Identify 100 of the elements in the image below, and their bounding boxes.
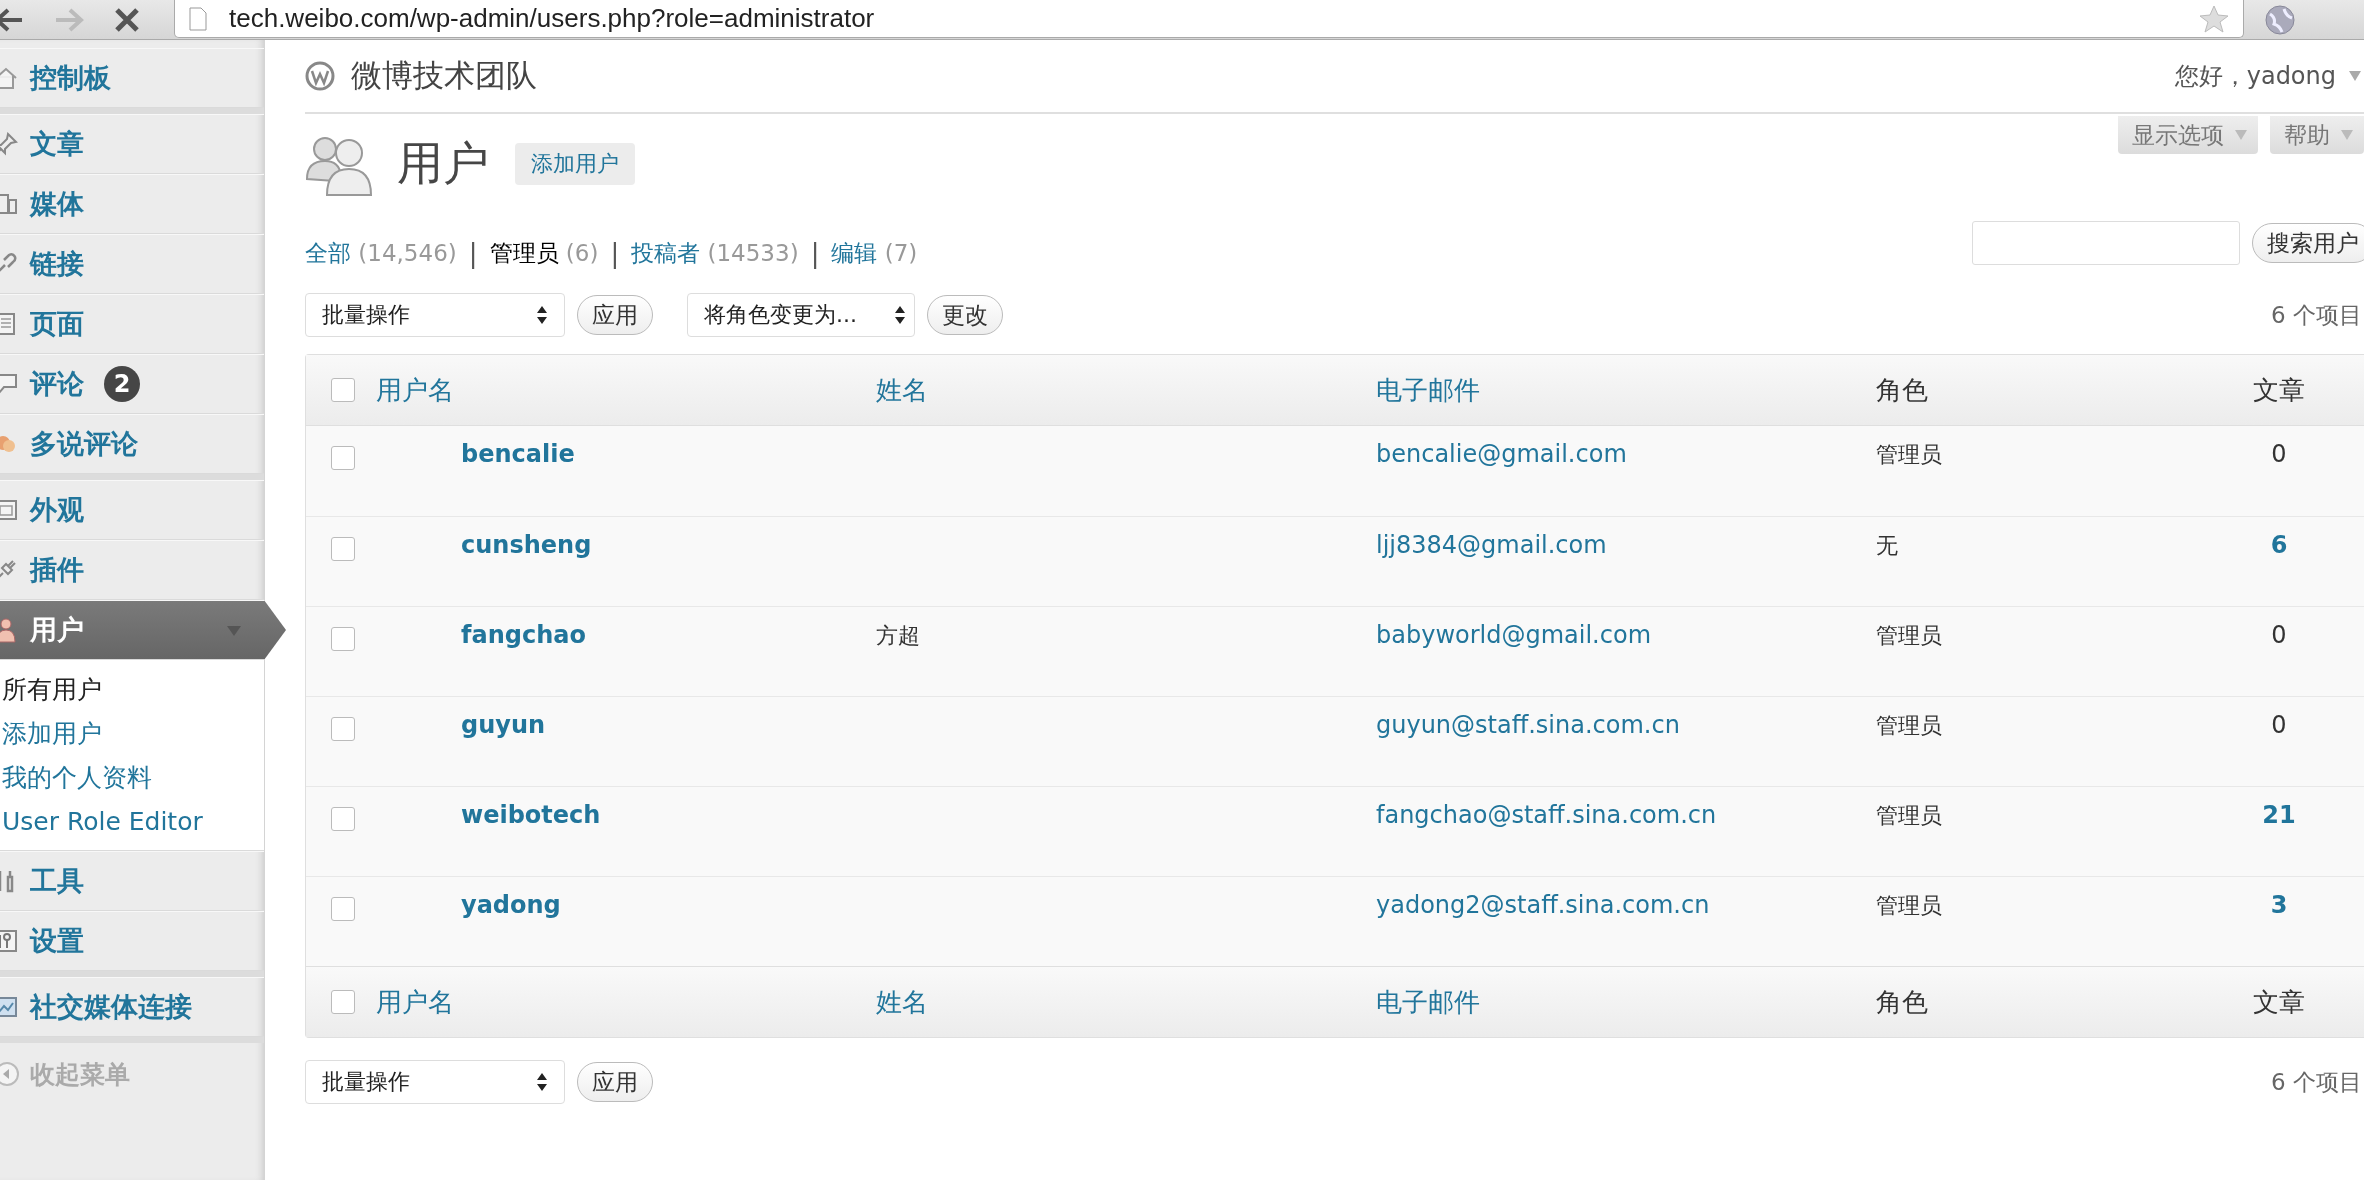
dropdown-triangle-icon	[2340, 129, 2354, 141]
screen-options-tab[interactable]: 显示选项	[2118, 116, 2258, 154]
page-icon	[189, 6, 207, 31]
table-cell-text: 管理员	[1876, 892, 1942, 920]
post-count: 0	[2271, 621, 2287, 649]
filter-link[interactable]: 编辑 (7)	[831, 237, 918, 269]
username-link[interactable]: yadong	[461, 891, 561, 919]
separator: |	[468, 238, 478, 268]
column-header[interactable]: 用户名	[376, 984, 454, 1020]
row-checkbox[interactable]	[331, 897, 355, 921]
person-icon	[0, 617, 18, 643]
username-link[interactable]: weibotech	[461, 801, 601, 829]
table-cell-text: 方超	[876, 622, 920, 650]
apply-button[interactable]: 应用	[577, 1062, 653, 1102]
email-link[interactable]: bencalie@gmail.com	[1376, 440, 1627, 468]
url-text: tech.weibo.com/wp-admin/users.php?role=administrator	[229, 3, 876, 34]
row-checkbox[interactable]	[331, 717, 355, 741]
post-count[interactable]: 6	[2270, 531, 2288, 559]
column-header[interactable]: 姓名	[876, 372, 928, 408]
username-link[interactable]: guyun	[461, 711, 546, 739]
table-cell-text: 管理员	[1876, 712, 1942, 740]
submenu-item[interactable]: 所有用户	[2, 668, 264, 712]
submenu-item[interactable]: 我的个人资料	[2, 756, 264, 800]
username-link[interactable]: cunsheng	[461, 531, 592, 559]
email-link[interactable]: ljj8384@gmail.com	[1376, 531, 1607, 559]
row-checkbox[interactable]	[331, 446, 355, 470]
help-tab[interactable]: 帮助	[2270, 116, 2364, 154]
email-link[interactable]: yadong2@staff.sina.com.cn	[1376, 891, 1710, 919]
dropdown-triangle-icon	[2348, 70, 2362, 82]
close-icon[interactable]	[114, 6, 140, 33]
change-role-dropdown[interactable]: 将角色变更为...	[687, 293, 915, 337]
bulk-actions-dropdown[interactable]: 批量操作	[305, 293, 565, 337]
column-header[interactable]: 用户名	[376, 372, 454, 408]
menu-item[interactable]: 链接	[0, 234, 264, 294]
separator: |	[810, 238, 820, 268]
menu-item[interactable]: 工具	[0, 851, 264, 911]
menu-item[interactable]: 页面	[0, 294, 264, 354]
post-count[interactable]: 21	[2262, 801, 2296, 829]
select-all-checkbox[interactable]	[331, 378, 355, 402]
address-bar[interactable]: tech.weibo.com/wp-admin/users.php?role=administrator	[174, 0, 2244, 38]
menu-item[interactable]: 文章	[0, 114, 264, 174]
column-header[interactable]: 姓名	[876, 984, 928, 1020]
dropdown-triangle-icon[interactable]	[226, 625, 242, 637]
username-link[interactable]: bencalie	[461, 440, 575, 468]
table-cell-text: 管理员	[1876, 622, 1942, 650]
separator: |	[610, 238, 620, 268]
select-all-checkbox[interactable]	[331, 990, 355, 1014]
submenu-item[interactable]: 添加用户	[2, 712, 264, 756]
filter-link[interactable]: 管理员 (6)	[489, 237, 599, 269]
username-link[interactable]: fangchao	[461, 621, 586, 649]
column-header[interactable]: 电子邮件	[1376, 984, 1480, 1020]
menu-item[interactable]: 社交媒体连接	[0, 977, 264, 1037]
table-cell-text: 无	[1876, 532, 1898, 560]
email-link[interactable]: guyun@staff.sina.com.cn	[1376, 711, 1680, 739]
menu-item[interactable]: 外观	[0, 480, 264, 540]
column-header: 角色	[1876, 985, 1928, 1019]
change-button[interactable]: 更改	[927, 295, 1003, 335]
filter-link[interactable]: 投稿者 (14533)	[631, 237, 799, 269]
menu-item[interactable]: 媒体	[0, 174, 264, 234]
row-checkbox[interactable]	[331, 807, 355, 831]
up-down-arrows-icon	[536, 304, 548, 326]
menu-item[interactable]: 多说评论	[0, 414, 264, 474]
row-checkbox[interactable]	[331, 537, 355, 561]
item-count: 6 个项目	[2271, 1067, 2363, 1097]
menu-item[interactable]: 用户	[0, 600, 286, 660]
bulk-actions-dropdown[interactable]: 批量操作	[305, 1060, 565, 1104]
add-user-button[interactable]: 添加用户	[515, 143, 635, 185]
site-title[interactable]: 微博技术团队	[351, 55, 537, 97]
email-link[interactable]: fangchao@staff.sina.com.cn	[1376, 801, 1717, 829]
column-header: 文章	[2253, 373, 2305, 407]
column-header[interactable]: 电子邮件	[1376, 372, 1480, 408]
menu-item[interactable]: 设置	[0, 911, 264, 971]
apply-button[interactable]: 应用	[577, 295, 653, 335]
comment-count-badge: 2	[104, 366, 140, 402]
menu-item[interactable]: 评论 2	[0, 354, 264, 414]
search-field[interactable]	[1972, 221, 2240, 265]
table-cell-text: 管理员	[1876, 802, 1942, 830]
globe-icon[interactable]	[2264, 3, 2296, 36]
email-link[interactable]: babyworld@gmail.com	[1376, 621, 1651, 649]
back-arrow-icon[interactable]	[0, 6, 24, 33]
user-greeting[interactable]: 您好，yadong	[2174, 60, 2364, 92]
post-count: 0	[2271, 440, 2287, 468]
column-header: 文章	[2253, 985, 2305, 1019]
forward-arrow-icon[interactable]	[54, 6, 84, 33]
star-icon[interactable]	[2199, 4, 2229, 33]
up-down-arrows-icon	[894, 304, 906, 326]
column-header: 角色	[1876, 373, 1928, 407]
post-count: 0	[2271, 711, 2287, 739]
search-users-button[interactable]: 搜索用户	[2252, 223, 2364, 263]
submenu-item[interactable]: User Role Editor	[2, 800, 264, 844]
picture-frame-icon	[0, 995, 18, 1019]
item-count: 6 个项目	[2271, 300, 2363, 330]
post-count[interactable]: 3	[2270, 891, 2288, 919]
dropdown-triangle-icon	[2234, 129, 2248, 141]
table-cell-text: 管理员	[1876, 441, 1942, 469]
menu-item[interactable]: 控制板	[0, 48, 264, 108]
up-down-arrows-icon	[536, 1071, 548, 1093]
row-checkbox[interactable]	[331, 627, 355, 651]
filter-link[interactable]: 全部 (14,546)	[305, 237, 457, 269]
page-title: 用户	[397, 135, 489, 192]
